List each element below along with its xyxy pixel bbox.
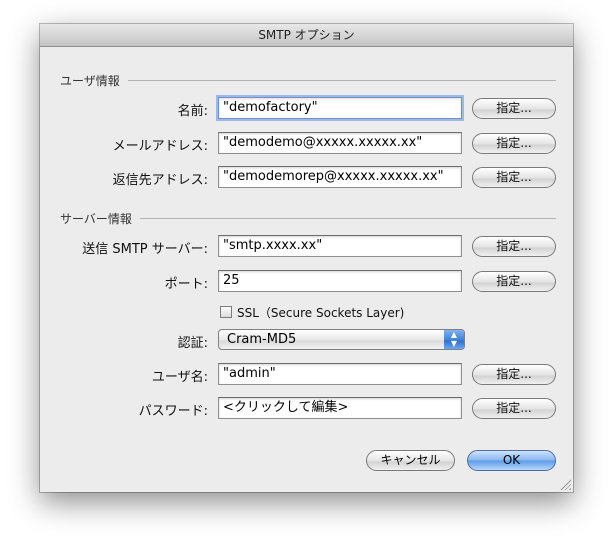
port-field[interactable]: 25 [218, 270, 462, 292]
auth-select[interactable]: Cram-MD5 ▲ ▼ [218, 329, 465, 350]
resize-grip-icon[interactable] [560, 479, 571, 490]
email-label: メールアドレス: [112, 139, 208, 154]
password-label: パスワード: [138, 404, 208, 419]
user-info-heading: ユーザ情報 [60, 74, 120, 88]
username-specify-button[interactable]: 指定... [472, 364, 556, 385]
username-label: ユーザ名: [151, 370, 208, 385]
email-specify-button[interactable]: 指定... [472, 133, 556, 154]
smtp-server-label: 送信 SMTP サーバー: [82, 242, 208, 257]
ssl-label[interactable]: SSL（Secure Sockets Layer) [237, 304, 404, 321]
cancel-button[interactable]: キャンセル [366, 450, 455, 471]
email-field[interactable]: "demodemo@xxxxx.xxxxx.xx" [218, 132, 462, 154]
name-specify-button[interactable]: 指定... [472, 98, 556, 119]
auth-label: 認証: [177, 336, 208, 351]
reply-to-label: 返信先アドレス: [112, 173, 208, 188]
window-title: SMTP オプション [40, 24, 573, 47]
ok-button[interactable]: OK [467, 450, 556, 471]
server-info-heading: サーバー情報 [60, 212, 132, 226]
auth-selected-value: Cram-MD5 [227, 332, 297, 347]
server-info-separator [140, 218, 556, 219]
smtp-server-specify-button[interactable]: 指定... [472, 236, 556, 257]
reply-to-field[interactable]: "demodemorep@xxxxx.xxxxx.xx" [218, 166, 462, 188]
password-field[interactable]: <クリックして編集> [218, 397, 462, 419]
name-field[interactable]: "demofactory" [218, 97, 462, 119]
smtp-server-field[interactable]: "smtp.xxxx.xx" [218, 235, 462, 257]
port-label: ポート: [164, 277, 208, 292]
name-label: 名前: [177, 104, 208, 119]
up-down-arrows-icon: ▲ ▼ [444, 330, 464, 349]
reply-to-specify-button[interactable]: 指定... [472, 167, 556, 188]
smtp-options-dialog: SMTP オプション ユーザ情報 名前: "demofactory" 指定...… [40, 24, 573, 492]
ssl-checkbox[interactable] [220, 306, 232, 318]
port-specify-button[interactable]: 指定... [472, 271, 556, 292]
password-specify-button[interactable]: 指定... [472, 398, 556, 419]
user-info-separator [128, 80, 556, 81]
username-field[interactable]: "admin" [218, 363, 462, 385]
